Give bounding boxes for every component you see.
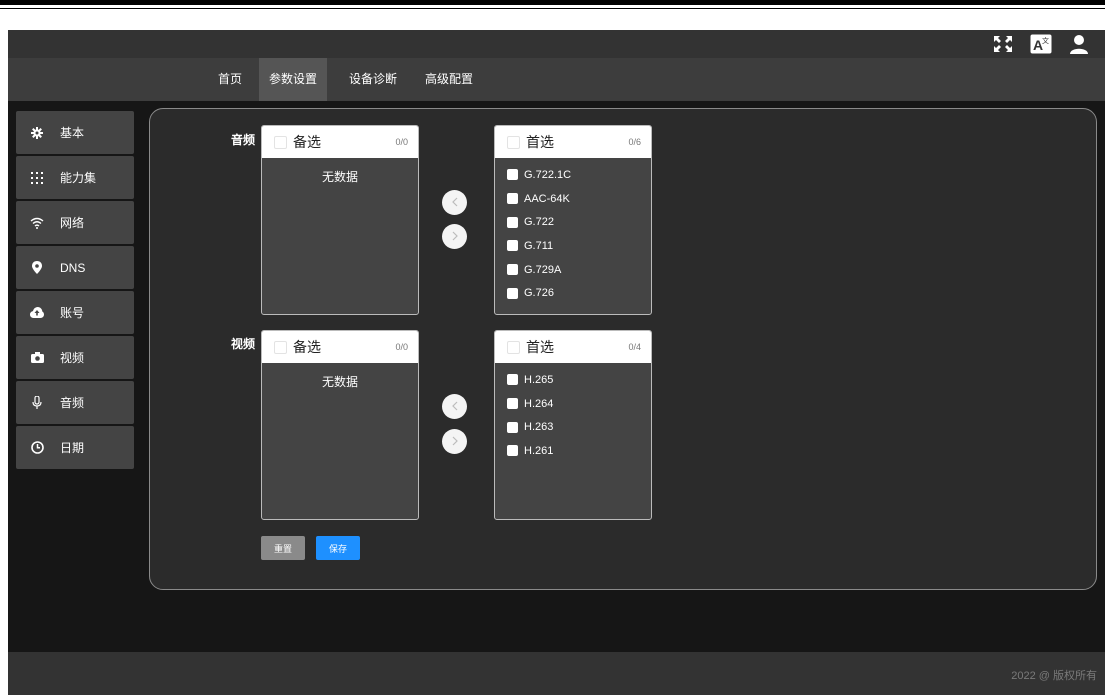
audio-available-list: 备选 0/0 无数据 [261, 125, 419, 315]
list-item[interactable]: G.726 [495, 281, 651, 305]
item-checkbox[interactable] [507, 193, 518, 205]
video-preferred-select-all[interactable] [507, 340, 520, 354]
clock-icon [30, 441, 44, 455]
sidebar-item-label: 视频 [60, 351, 85, 365]
move-right-audio-button[interactable] [442, 224, 467, 249]
sidebar-item-dns[interactable]: DNS [16, 246, 134, 289]
item-checkbox[interactable] [507, 216, 518, 228]
list-item[interactable]: H.265 [495, 368, 651, 392]
audio-available-select-all[interactable] [274, 135, 287, 149]
video-available-header: 备选 0/0 [262, 331, 418, 363]
sidebar-item-video[interactable]: 视频 [16, 336, 134, 379]
top-bar: A 文 [8, 30, 1105, 58]
sidebar-item-label: 网络 [60, 216, 85, 230]
translate-icon[interactable]: A 文 [1029, 33, 1053, 55]
item-checkbox[interactable] [507, 287, 518, 299]
sidebar-item-label: DNS [60, 260, 86, 275]
camera-icon [30, 351, 44, 365]
cloud-upload-icon [30, 306, 44, 320]
footer: 2022 @ 版权所有 [8, 652, 1105, 695]
move-left-video-button[interactable] [442, 394, 467, 419]
list-item[interactable]: G.729A [495, 258, 651, 282]
list-item[interactable]: H.261 [495, 439, 651, 463]
chevron-right-icon [451, 435, 459, 449]
move-right-video-button[interactable] [442, 429, 467, 454]
video-preferred-count: 0/4 [628, 342, 641, 352]
location-pin-icon [30, 261, 44, 275]
audio-available-count: 0/0 [395, 137, 408, 147]
sidebar-item-date[interactable]: 日期 [16, 426, 134, 469]
chevron-left-icon [451, 196, 459, 210]
video-available-list: 备选 0/0 无数据 [261, 330, 419, 520]
save-button[interactable]: 保存 [316, 536, 360, 560]
sidebar-item-label: 能力集 [60, 171, 97, 185]
top-rule [0, 0, 1105, 5]
audio-preferred-header: 首选 0/6 [495, 126, 651, 158]
video-preferred-title: 首选 [526, 339, 554, 355]
sidebar-item-account[interactable]: 账号 [16, 291, 134, 334]
audio-section-label: 音频 [231, 133, 256, 147]
codec-settings-panel: 音频 备选 0/0 无数据 首选 0/6 G.722.1C AAC-64K G.… [149, 108, 1097, 590]
app-window: A 文 首页 参数设置 设备诊断 高级配置 基本 能力集 网络 DNS 账号 视… [8, 30, 1105, 695]
sidebar-item-label: 基本 [60, 126, 85, 140]
svg-text:文: 文 [1042, 36, 1049, 45]
audio-available-title: 备选 [293, 134, 321, 150]
audio-preferred-list: 首选 0/6 G.722.1C AAC-64K G.722 G.711 G.72… [494, 125, 652, 315]
sidebar-item-label: 账号 [60, 306, 85, 320]
sidebar: 基本 能力集 网络 DNS 账号 视频 音频 日期 [16, 111, 134, 471]
video-available-count: 0/0 [395, 342, 408, 352]
reset-button[interactable]: 重置 [261, 536, 305, 560]
video-preferred-header: 首选 0/4 [495, 331, 651, 363]
item-checkbox[interactable] [507, 240, 518, 252]
copyright-text: 2022 @ 版权所有 [1011, 670, 1097, 682]
list-item[interactable]: G.722 [495, 210, 651, 234]
item-checkbox[interactable] [507, 421, 518, 433]
top-rule-thin [0, 8, 1105, 9]
fullscreen-icon[interactable] [991, 33, 1015, 55]
item-checkbox[interactable] [507, 445, 518, 457]
chevron-right-icon [451, 230, 459, 244]
item-checkbox[interactable] [507, 398, 518, 410]
audio-preferred-select-all[interactable] [507, 135, 520, 149]
tab-home[interactable]: 首页 [208, 58, 252, 101]
main-nav: 首页 参数设置 设备诊断 高级配置 [8, 58, 1105, 101]
item-checkbox[interactable] [507, 169, 518, 181]
video-available-title: 备选 [293, 339, 321, 355]
wifi-icon [30, 216, 44, 230]
video-available-select-all[interactable] [274, 340, 287, 354]
sidebar-item-basic[interactable]: 基本 [16, 111, 134, 154]
list-item[interactable]: G.711 [495, 234, 651, 258]
sidebar-item-label: 音频 [60, 396, 85, 410]
tab-advanced-config[interactable]: 高级配置 [415, 58, 483, 101]
microphone-icon [30, 396, 44, 410]
list-item[interactable]: AAC-64K [495, 187, 651, 211]
audio-available-header: 备选 0/0 [262, 126, 418, 158]
list-item[interactable]: H.263 [495, 415, 651, 439]
move-left-audio-button[interactable] [442, 190, 467, 215]
gear-icon [30, 126, 44, 140]
chevron-left-icon [451, 400, 459, 414]
audio-preferred-count: 0/6 [628, 137, 641, 147]
sidebar-item-capabilities[interactable]: 能力集 [16, 156, 134, 199]
video-preferred-list: 首选 0/4 H.265 H.264 H.263 H.261 [494, 330, 652, 520]
sidebar-item-audio[interactable]: 音频 [16, 381, 134, 424]
grid-icon [30, 171, 44, 185]
sidebar-item-network[interactable]: 网络 [16, 201, 134, 244]
user-icon[interactable] [1067, 33, 1091, 55]
video-section-label: 视频 [231, 337, 256, 351]
sidebar-item-label: 日期 [60, 441, 85, 455]
tab-parameter-settings[interactable]: 参数设置 [259, 58, 328, 101]
list-item[interactable]: G.722.1C [495, 163, 651, 187]
audio-available-empty: 无数据 [321, 170, 358, 184]
video-available-empty: 无数据 [321, 375, 358, 389]
list-item[interactable]: H.264 [495, 392, 651, 416]
item-checkbox[interactable] [507, 264, 518, 276]
tab-device-diagnostics[interactable]: 设备诊断 [339, 58, 407, 101]
item-checkbox[interactable] [507, 374, 518, 386]
audio-preferred-title: 首选 [526, 134, 554, 150]
